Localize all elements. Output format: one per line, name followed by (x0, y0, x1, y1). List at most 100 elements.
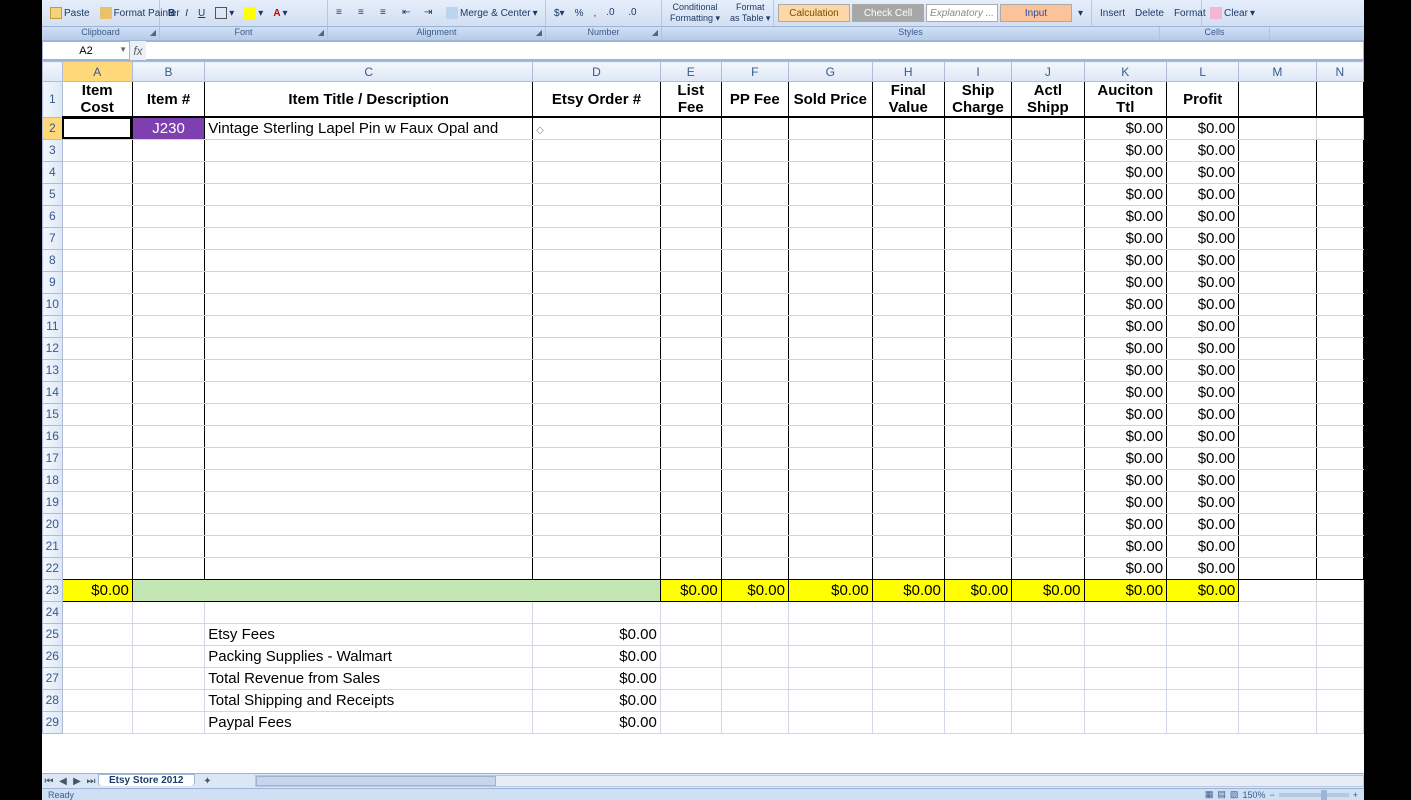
cell-F20[interactable] (721, 513, 788, 535)
cell-H3[interactable] (872, 139, 944, 161)
horizontal-scrollbar[interactable] (255, 775, 1365, 787)
cell-K17[interactable]: $0.00 (1084, 447, 1167, 469)
cell-I6[interactable] (944, 205, 1011, 227)
cell-M26[interactable] (1239, 645, 1316, 667)
cell-N9[interactable] (1316, 271, 1363, 293)
cell-H20[interactable] (872, 513, 944, 535)
cell-I16[interactable] (944, 425, 1011, 447)
cell-B16[interactable] (132, 425, 204, 447)
cell-N29[interactable] (1316, 711, 1363, 733)
cell-B17[interactable] (132, 447, 204, 469)
decrease-decimal-button[interactable]: .0 (624, 5, 644, 21)
cell-H29[interactable] (872, 711, 944, 733)
cell-H7[interactable] (872, 227, 944, 249)
tab-nav-last[interactable]: ⏭ (84, 776, 98, 787)
cell-J12[interactable] (1012, 337, 1084, 359)
cell-B11[interactable] (132, 315, 204, 337)
cell-D2[interactable]: ◇ (533, 117, 661, 139)
cell-N20[interactable] (1316, 513, 1363, 535)
new-sheet-button[interactable]: ✦ (201, 776, 215, 787)
cell-F19[interactable] (721, 491, 788, 513)
cell-K25[interactable] (1084, 623, 1167, 645)
style-calculation[interactable]: Calculation (778, 4, 850, 22)
cell-M25[interactable] (1239, 623, 1316, 645)
cell-E24[interactable] (660, 601, 721, 623)
cell-K29[interactable] (1084, 711, 1167, 733)
cell-L21[interactable]: $0.00 (1167, 535, 1239, 557)
cell-I2[interactable] (944, 117, 1011, 139)
cell-E9[interactable] (660, 271, 721, 293)
cell-M18[interactable] (1239, 469, 1316, 491)
cell-B27[interactable] (132, 667, 204, 689)
cell-E5[interactable] (660, 183, 721, 205)
row-header-22[interactable]: 22 (43, 557, 63, 579)
cell-A8[interactable] (62, 249, 132, 271)
cell-F21[interactable] (721, 535, 788, 557)
cell-H2[interactable] (872, 117, 944, 139)
cell-N5[interactable] (1316, 183, 1363, 205)
cell-D16[interactable] (533, 425, 661, 447)
cell-B26[interactable] (132, 645, 204, 667)
cell-E20[interactable] (660, 513, 721, 535)
cell-D22[interactable] (533, 557, 661, 579)
cell-F9[interactable] (721, 271, 788, 293)
col-header-F[interactable]: F (721, 62, 788, 82)
cell-J10[interactable] (1012, 293, 1084, 315)
cell-B22[interactable] (132, 557, 204, 579)
cell-J28[interactable] (1012, 689, 1084, 711)
summary-value-26[interactable]: $0.00 (533, 645, 661, 667)
cell-E2[interactable] (660, 117, 721, 139)
cell-L12[interactable]: $0.00 (1167, 337, 1239, 359)
cell-M21[interactable] (1239, 535, 1316, 557)
cell-M17[interactable] (1239, 447, 1316, 469)
cell-A18[interactable] (62, 469, 132, 491)
cell-G11[interactable] (788, 315, 872, 337)
cell-A3[interactable] (62, 139, 132, 161)
cell-F18[interactable] (721, 469, 788, 491)
row-header-9[interactable]: 9 (43, 271, 63, 293)
col-header-C[interactable]: C (205, 62, 533, 82)
col-header-J[interactable]: J (1012, 62, 1084, 82)
cell-H13[interactable] (872, 359, 944, 381)
cell-J29[interactable] (1012, 711, 1084, 733)
cell-L3[interactable]: $0.00 (1167, 139, 1239, 161)
cell-E25[interactable] (660, 623, 721, 645)
summary-value-29[interactable]: $0.00 (533, 711, 661, 733)
cell-C13[interactable] (205, 359, 533, 381)
cell-L26[interactable] (1167, 645, 1239, 667)
summary-value-25[interactable]: $0.00 (533, 623, 661, 645)
cell-G20[interactable] (788, 513, 872, 535)
cell-H9[interactable] (872, 271, 944, 293)
cell-H5[interactable] (872, 183, 944, 205)
cell-M28[interactable] (1239, 689, 1316, 711)
cell-A15[interactable] (62, 403, 132, 425)
cell-B5[interactable] (132, 183, 204, 205)
cell-K24[interactable] (1084, 601, 1167, 623)
cell-I23[interactable]: $0.00 (944, 579, 1011, 601)
row-header-24[interactable]: 24 (43, 601, 63, 623)
header-cell-I[interactable]: ShipCharge (944, 82, 1011, 118)
cell-E22[interactable] (660, 557, 721, 579)
cell-N22[interactable] (1316, 557, 1363, 579)
cell-B15[interactable] (132, 403, 204, 425)
row-header-8[interactable]: 8 (43, 249, 63, 271)
col-header-N[interactable]: N (1316, 62, 1363, 82)
row-header-6[interactable]: 6 (43, 205, 63, 227)
style-check-cell[interactable]: Check Cell (852, 4, 924, 22)
cell-M5[interactable] (1239, 183, 1316, 205)
select-all-button[interactable] (43, 62, 63, 82)
col-header-I[interactable]: I (944, 62, 1011, 82)
cell-I3[interactable] (944, 139, 1011, 161)
view-normal-icon[interactable]: ▦ (1205, 789, 1214, 800)
cell-D11[interactable] (533, 315, 661, 337)
cell-N17[interactable] (1316, 447, 1363, 469)
decrease-indent-button[interactable]: ⇤ (398, 5, 418, 21)
cell-L22[interactable]: $0.00 (1167, 557, 1239, 579)
cell-G4[interactable] (788, 161, 872, 183)
row-header-15[interactable]: 15 (43, 403, 63, 425)
cell-G6[interactable] (788, 205, 872, 227)
cell-J25[interactable] (1012, 623, 1084, 645)
row-header-23[interactable]: 23 (43, 579, 63, 601)
tab-nav-next[interactable]: ▶ (70, 776, 84, 787)
row-header-17[interactable]: 17 (43, 447, 63, 469)
